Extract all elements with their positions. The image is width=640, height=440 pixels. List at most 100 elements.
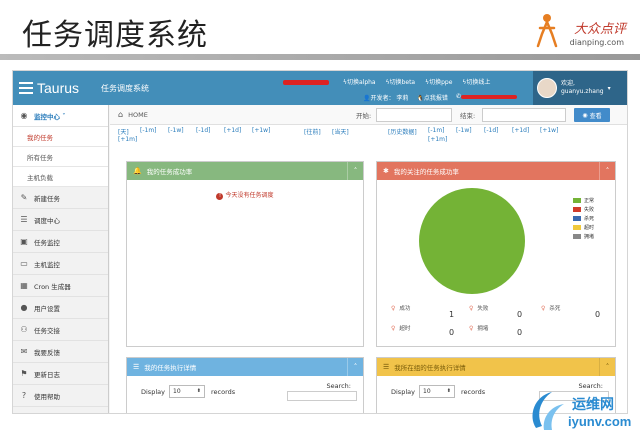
env-link-online[interactable]: ϟ切换线上 — [462, 77, 490, 86]
sidebar-sub-my-tasks[interactable]: 我的任务 — [13, 127, 108, 147]
filter-link[interactable]: [天] — [118, 127, 129, 136]
collapse-chevron-icon[interactable]: ˄ — [347, 358, 363, 376]
report-bug-link[interactable]: 🐧点我报错 — [416, 93, 448, 102]
menu-bars-icon — [19, 82, 33, 94]
stat-timeout: ♀ 超时 — [391, 324, 411, 333]
brand-domain: dianping.com — [569, 38, 624, 47]
sidebar-item-host-monitor[interactable]: ▭ 主机监控 — [13, 253, 108, 275]
filter-link[interactable]: [-1w] — [456, 127, 472, 134]
legend-item: 失败 — [573, 205, 594, 214]
filter-link[interactable]: [-1d] — [484, 127, 498, 134]
list-icon: ☰ — [383, 363, 390, 371]
user-menu[interactable]: 欢迎, guanyu.zhang ▾ — [533, 71, 627, 105]
search-input[interactable] — [287, 391, 357, 401]
pie-legend: 正常 失败 杀死 超时 拥堵 — [573, 196, 594, 241]
env-link-beta[interactable]: ϟ切换beta — [386, 77, 416, 86]
comment-icon: ✉ — [20, 347, 28, 356]
filter-link[interactable]: [+1w] — [540, 127, 558, 134]
my-details-panel: ☰ 我的任务执行详情 ˄ Display 10 ⬍ records Search: — [126, 357, 364, 413]
sidebar-item-cron[interactable]: ▦ Cron 生成器 — [13, 275, 108, 297]
pie-slice-正常 — [419, 188, 525, 294]
stat-kill-value: 0 — [595, 310, 601, 319]
phone-info: ✆ — [456, 93, 517, 102]
collapse-chevron-icon[interactable]: ˄ — [599, 162, 615, 180]
panel-header: ✱ 我的关注的任务成功率 ˄ — [377, 162, 615, 180]
filter-link[interactable]: [+1d] — [224, 127, 241, 134]
brand-figure-icon — [536, 14, 558, 48]
caret-down-icon: ▾ — [607, 84, 611, 92]
filter-link[interactable]: [+1d] — [512, 127, 529, 134]
query-button[interactable]: ◉ 查看 — [574, 108, 610, 122]
sidebar-sub-host-load[interactable]: 主机负载 — [13, 167, 108, 187]
select-arrow-icon: ⬍ — [446, 388, 451, 394]
filter-link[interactable]: [当天] — [332, 127, 349, 136]
legend-item: 杀死 — [573, 214, 594, 223]
sidebar-item-monitor-center[interactable]: ◉ 监控中心 ˅ — [13, 105, 108, 127]
status-counts: ♀ 成功 1 ♀ 失败 0 ♀ 杀死 0 ♀ 超时 0 ♀ 拥堵 0 — [385, 304, 611, 344]
filter-link[interactable]: [-1w] — [168, 127, 184, 134]
filter-link[interactable]: [往前] — [304, 127, 321, 136]
sidebar-item-schedule-center[interactable]: ☰ 调度中心 — [13, 209, 108, 231]
star-icon: ✱ — [383, 167, 389, 175]
brand-logo: 大众点评 dianping.com — [534, 8, 630, 52]
filter-link[interactable]: [-1d] — [196, 127, 210, 134]
date-filters: [天] [-1m] [-1w] [-1d] [+1d] [+1w] [往前] [… — [118, 127, 623, 149]
user-greeting: 欢迎, — [561, 80, 575, 87]
collapse-chevron-icon[interactable]: ˄ — [599, 358, 615, 376]
redacted-mark — [283, 80, 329, 85]
success-pie-chart — [419, 188, 525, 294]
app-logo[interactable]: Taurus — [19, 80, 79, 96]
slide-title: 任务调度系统 — [22, 18, 208, 53]
records-select[interactable]: 10 ⬍ — [419, 385, 455, 398]
start-date-input[interactable] — [376, 108, 452, 122]
filter-link[interactable]: [-1m] — [140, 127, 157, 134]
sidebar-item-help[interactable]: ? 使用帮助 — [13, 385, 108, 407]
stat-jam-value: 0 — [517, 328, 523, 337]
legend-swatch — [573, 234, 581, 239]
sidebar-item-changelog[interactable]: ⚑ 更新日志 — [13, 363, 108, 385]
group-icon: ⚇ — [20, 325, 28, 334]
developer-info: 👤开发者： 李莉 — [363, 95, 409, 102]
select-arrow-icon: ⬍ — [196, 388, 201, 394]
legend-item: 拥堵 — [573, 232, 594, 241]
calendar-icon: ▦ — [20, 281, 28, 290]
legend-item: 正常 — [573, 196, 594, 205]
filter-link[interactable]: [+1w] — [252, 127, 270, 134]
slide-divider — [0, 54, 640, 60]
bulb-icon: ♀ — [391, 304, 396, 312]
table-controls: Display 10 ⬍ records Search: — [127, 382, 363, 402]
env-links: ϟ切换alpha ϟ切换beta ϟ切换ppe ϟ切换线上 — [343, 77, 490, 86]
bulb-icon: ♀ — [541, 304, 546, 312]
filter-link[interactable]: [-1m] — [428, 127, 445, 134]
filter-link[interactable]: [+1m] — [118, 136, 137, 143]
sidebar-sub-all-tasks[interactable]: 所有任务 — [13, 147, 108, 167]
env-link-alpha[interactable]: ϟ切换alpha — [343, 77, 376, 86]
filter-link[interactable]: [+1m] — [428, 136, 447, 143]
question-icon: ? — [21, 391, 27, 400]
edit-icon: ✎ — [20, 193, 28, 202]
bell-icon: 🔔 — [133, 167, 142, 175]
user-name: guanyu.zhang — [561, 88, 604, 95]
user-icon: ● — [20, 303, 28, 312]
end-date-input[interactable] — [482, 108, 566, 122]
records-select[interactable]: 10 ⬍ — [169, 385, 205, 398]
info-icon: ! — [216, 193, 224, 200]
sidebar-item-task-monitor[interactable]: ▣ 任务监控 — [13, 231, 108, 253]
tag-icon: ⚑ — [20, 369, 28, 378]
stat-jam: ♀ 拥堵 — [469, 324, 489, 333]
sidebar-item-handover[interactable]: ⚇ 任务交接 — [13, 319, 108, 341]
start-label: 开始: — [356, 111, 372, 120]
sidebar-item-user-settings[interactable]: ● 用户设置 — [13, 297, 108, 319]
sidebar-item-feedback[interactable]: ✉ 我要反馈 — [13, 341, 108, 363]
app-window: Taurus 任务调度系统 ϟ切换alpha ϟ切换beta ϟ切换ppe ϟ切… — [12, 70, 628, 414]
env-link-ppe[interactable]: ϟ切换ppe — [425, 77, 452, 86]
filter-link[interactable]: [历史数据] — [388, 127, 417, 136]
watermark: 运维网 iyunv.com — [528, 388, 636, 436]
sidebar-item-new-task[interactable]: ✎ 新建任务 — [13, 187, 108, 209]
avatar — [537, 78, 557, 98]
home-link[interactable]: ⌂ HOME — [118, 110, 148, 119]
no-data-message: ! 今天没有任务调度 — [127, 190, 363, 200]
panel-header: ☰ 我的任务执行详情 ˄ — [127, 358, 363, 376]
stat-success-value: 1 — [449, 310, 455, 319]
collapse-chevron-icon[interactable]: ˄ — [347, 162, 363, 180]
